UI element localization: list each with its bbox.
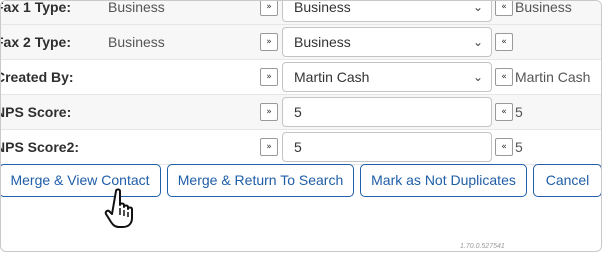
chevron-down-icon: ⌄ xyxy=(472,35,483,49)
copy-left-button[interactable]: « xyxy=(495,33,513,51)
fax-2-type-select[interactable]: Business ⌄ xyxy=(282,27,492,57)
right-value: Martin Cash xyxy=(515,69,591,85)
right-value: 5 xyxy=(515,139,523,155)
row-created-by: Created By: » Martin Cash ⌄ « Martin Cas… xyxy=(0,60,601,95)
copy-right-button[interactable]: » xyxy=(260,68,278,86)
right-value: Business xyxy=(515,0,572,15)
right-value: 5 xyxy=(515,104,523,120)
chevron-down-icon: ⌄ xyxy=(472,0,483,14)
copy-right-button[interactable]: » xyxy=(260,103,278,121)
left-value: Business xyxy=(108,0,165,15)
row-nps-score2: NPS Score2: » 5 « 5 xyxy=(0,130,601,165)
hand-cursor-icon xyxy=(104,188,133,228)
row-fax-1-type: Fax 1 Type: Business » Business ⌄ « Busi… xyxy=(0,0,601,25)
mark-not-duplicates-button[interactable]: Mark as Not Duplicates xyxy=(360,164,527,197)
merge-contacts-panel: Fax 1 Type: Business » Business ⌄ « Busi… xyxy=(0,0,602,252)
field-label: NPS Score: xyxy=(0,104,72,120)
nps-score-input[interactable]: 5 xyxy=(282,97,492,127)
cancel-button[interactable]: Cancel xyxy=(533,164,601,197)
copy-right-button[interactable]: » xyxy=(260,138,278,156)
field-label: Fax 2 Type: xyxy=(0,34,71,50)
copy-left-button[interactable]: « xyxy=(495,103,513,121)
copy-left-button[interactable]: « xyxy=(495,68,513,86)
merge-field-table: Fax 1 Type: Business » Business ⌄ « Busi… xyxy=(0,0,601,165)
fax-1-type-select[interactable]: Business ⌄ xyxy=(282,0,492,22)
merge-return-to-search-button[interactable]: Merge & Return To Search xyxy=(167,164,354,197)
version-label: 1.70.0.527541 xyxy=(460,243,505,250)
left-value: Business xyxy=(108,34,165,50)
copy-left-button[interactable]: « xyxy=(495,1,513,16)
select-value: Martin Cash xyxy=(294,69,370,85)
field-label: Fax 1 Type: xyxy=(0,0,71,15)
select-value: Business xyxy=(294,34,351,50)
copy-right-button[interactable]: » xyxy=(260,1,278,16)
row-fax-2-type: Fax 2 Type: Business » Business ⌄ « xyxy=(0,25,601,60)
chevron-down-icon: ⌄ xyxy=(472,70,483,84)
input-value: 5 xyxy=(294,139,302,155)
copy-left-button[interactable]: « xyxy=(495,138,513,156)
field-label: Created By: xyxy=(0,69,74,85)
created-by-select[interactable]: Martin Cash ⌄ xyxy=(282,62,492,92)
field-label: NPS Score2: xyxy=(0,139,80,155)
nps-score2-input[interactable]: 5 xyxy=(282,132,492,162)
select-value: Business xyxy=(294,0,351,15)
copy-right-button[interactable]: » xyxy=(260,33,278,51)
row-nps-score: NPS Score: » 5 « 5 xyxy=(0,95,601,130)
input-value: 5 xyxy=(294,104,302,120)
